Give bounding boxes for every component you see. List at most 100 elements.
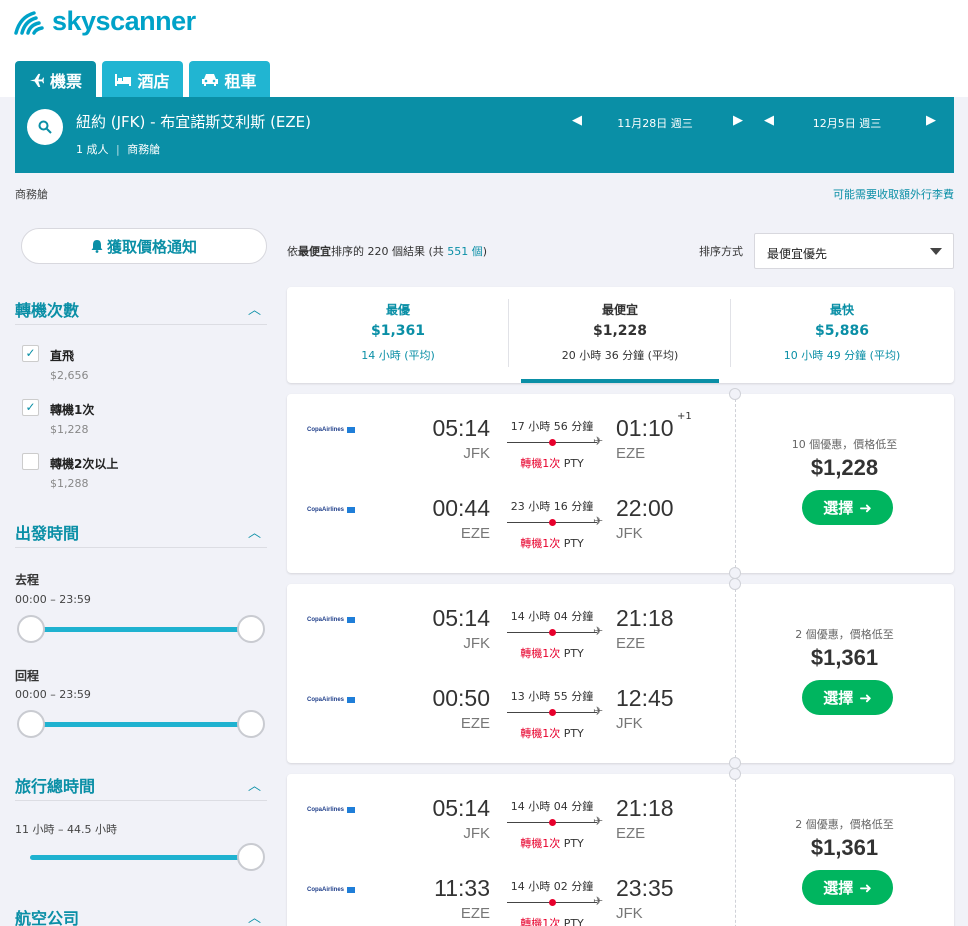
arrival-airport: JFK bbox=[616, 525, 643, 542]
price: $1,361 bbox=[810, 835, 879, 860]
next-day-indicator: +1 bbox=[677, 411, 692, 422]
depart-date[interactable]: 11月28日 週三 bbox=[580, 115, 730, 131]
active-tab-indicator bbox=[521, 379, 719, 383]
passenger-cabin[interactable]: 1 成人 | 商務艙 bbox=[76, 141, 160, 157]
departure-airport: EZE bbox=[460, 715, 490, 732]
summary-price: $1,228 bbox=[592, 323, 648, 339]
outbound-slider-min-handle[interactable] bbox=[17, 615, 45, 643]
flight-result-card[interactable]: CopaAirlines 05:14 JFK 14 小時 04 分鐘 ✈ 轉機1次 PTY… bbox=[287, 768, 954, 926]
caret-down-icon bbox=[930, 248, 942, 255]
summary-cheapest[interactable]: 最便宜 $1,228 20 小時 36 分鐘 (平均) bbox=[509, 287, 731, 383]
arrival-time: 21:18 bbox=[616, 795, 674, 821]
duration-slider-handle[interactable] bbox=[237, 843, 265, 871]
offers-count: 2 個優惠，價格低至 bbox=[795, 818, 894, 831]
divider bbox=[15, 547, 267, 548]
airline-flag-icon bbox=[347, 697, 356, 703]
tab-flights[interactable]: 機票 bbox=[15, 61, 96, 98]
select-button[interactable]: 選擇 ➜ bbox=[802, 490, 893, 525]
arrival-time: 23:35 bbox=[616, 875, 674, 901]
tab-cars[interactable]: 租車 bbox=[189, 61, 270, 98]
arrival-airport: EZE bbox=[616, 825, 646, 842]
chevron-up-icon[interactable]: ︿ bbox=[248, 522, 261, 541]
sort-select[interactable]: 最便宜優先 bbox=[754, 233, 954, 269]
airline-name: CopaAirlines bbox=[307, 697, 345, 703]
flight-duration: 23 小時 16 分鐘 bbox=[510, 500, 594, 513]
plane-icon: ✈ bbox=[593, 514, 604, 528]
departure-airport: EZE bbox=[460, 525, 490, 542]
cabin-label: 商務艙 bbox=[15, 188, 48, 201]
plane-icon: ✈ bbox=[593, 624, 604, 638]
flight-result-card[interactable]: CopaAirlines 05:14 JFK 17 小時 56 分鐘 ✈ 轉機1次 PTY… bbox=[287, 388, 954, 579]
duration-title[interactable]: 旅行總時間 bbox=[15, 773, 95, 797]
tab-cars-label: 租車 bbox=[224, 71, 257, 91]
depart-next-icon[interactable]: ▶ bbox=[733, 113, 743, 128]
return-slider-min-handle[interactable] bbox=[17, 710, 45, 738]
summary-title: 最便宜 bbox=[601, 303, 638, 317]
airlines-title[interactable]: 航空公司 bbox=[15, 905, 79, 926]
card-divider bbox=[735, 394, 736, 573]
summary-title: 最快 bbox=[829, 303, 854, 317]
airline-name: CopaAirlines bbox=[307, 887, 345, 893]
stop-dot bbox=[549, 629, 556, 636]
summary-duration: 10 小時 49 分鐘 (平均) bbox=[783, 349, 901, 362]
outbound-slider-max-handle[interactable] bbox=[237, 615, 265, 643]
flight-result-card[interactable]: CopaAirlines 05:14 JFK 14 小時 04 分鐘 ✈ 轉機1次 PTY… bbox=[287, 578, 954, 769]
stop-option-label: 直飛 bbox=[50, 349, 75, 363]
select-button[interactable]: 選擇 ➜ bbox=[802, 870, 893, 905]
airline-logo: CopaAirlines bbox=[307, 427, 356, 433]
tab-flights-label: 機票 bbox=[49, 71, 82, 91]
plane-icon: ✈ bbox=[593, 814, 604, 828]
edit-search-button[interactable] bbox=[27, 109, 63, 145]
baggage-fee-link[interactable]: 可能需要收取額外行李費 bbox=[833, 186, 954, 202]
departure-time: 05:14 bbox=[432, 605, 490, 631]
tab-hotels[interactable]: 酒店 bbox=[102, 61, 183, 98]
stop-option-price: $1,228 bbox=[50, 423, 89, 436]
chevron-up-icon[interactable]: ︿ bbox=[248, 775, 261, 794]
stop-dot bbox=[549, 819, 556, 826]
checkbox-two-plus-stops[interactable] bbox=[22, 453, 39, 470]
summary-fastest[interactable]: 最快 $5,886 10 小時 49 分鐘 (平均) bbox=[731, 287, 953, 383]
stop-info: 轉機1次 PTY bbox=[520, 537, 584, 550]
duration-slider-track[interactable] bbox=[30, 855, 252, 860]
plane-icon: ✈ bbox=[593, 704, 604, 718]
chevron-up-icon[interactable]: ︿ bbox=[248, 907, 261, 926]
flight-duration: 13 小時 55 分鐘 bbox=[510, 690, 594, 703]
outbound-slider-track[interactable] bbox=[30, 627, 252, 632]
return-date[interactable]: 12月5日 週三 bbox=[772, 115, 922, 131]
departure-airport: JFK bbox=[463, 825, 490, 842]
checkbox-direct[interactable]: ✓ bbox=[22, 345, 39, 362]
sort-summary-tabs: 最優 $1,361 14 小時 (平均) 最便宜 $1,228 20 小時 36… bbox=[287, 287, 954, 383]
departure-time: 00:50 bbox=[432, 685, 490, 711]
airline-name: CopaAirlines bbox=[307, 507, 345, 513]
flight-duration: 17 小時 56 分鐘 bbox=[510, 420, 594, 433]
route-text[interactable]: 紐約 (JFK) - 布宜諾斯艾利斯 (EZE) bbox=[76, 111, 311, 132]
price-alert-button[interactable]: 獲取價格通知 bbox=[21, 228, 267, 264]
summary-best[interactable]: 最優 $1,361 14 小時 (平均) bbox=[287, 287, 509, 383]
skyscanner-logo[interactable]: skyscanner bbox=[14, 6, 196, 37]
outbound-range: 00:00 – 23:59 bbox=[15, 593, 91, 606]
select-label: 選擇 bbox=[823, 499, 854, 517]
stops-filter-title[interactable]: 轉機次數 bbox=[15, 297, 79, 321]
arrival-time: 21:18 bbox=[616, 605, 674, 631]
search-icon bbox=[38, 120, 52, 134]
search-summary-bar bbox=[15, 97, 954, 173]
plane-icon bbox=[29, 73, 44, 87]
offers-count: 10 個優惠，價格低至 bbox=[791, 438, 898, 451]
return-slider-track[interactable] bbox=[30, 722, 252, 727]
arrival-time: 01:10 bbox=[616, 415, 674, 441]
departure-airport: JFK bbox=[463, 445, 490, 462]
arrow-right-icon: ➜ bbox=[859, 878, 872, 897]
select-button[interactable]: 選擇 ➜ bbox=[802, 680, 893, 715]
return-next-icon[interactable]: ▶ bbox=[926, 113, 936, 128]
return-slider-max-handle[interactable] bbox=[237, 710, 265, 738]
tab-hotels-label: 酒店 bbox=[137, 71, 170, 91]
checkbox-one-stop[interactable]: ✓ bbox=[22, 399, 39, 416]
chevron-up-icon[interactable]: ︿ bbox=[248, 299, 261, 318]
sort-label: 排序方式 bbox=[699, 245, 743, 258]
departure-time: 11:33 bbox=[434, 875, 490, 901]
summary-duration: 20 小時 36 分鐘 (平均) bbox=[561, 349, 679, 362]
stop-option-price: $2,656 bbox=[50, 369, 89, 382]
total-results-link[interactable]: 551 個 bbox=[447, 245, 483, 258]
stop-option-price: $1,288 bbox=[50, 477, 89, 490]
departure-time-title[interactable]: 出發時間 bbox=[15, 520, 79, 544]
